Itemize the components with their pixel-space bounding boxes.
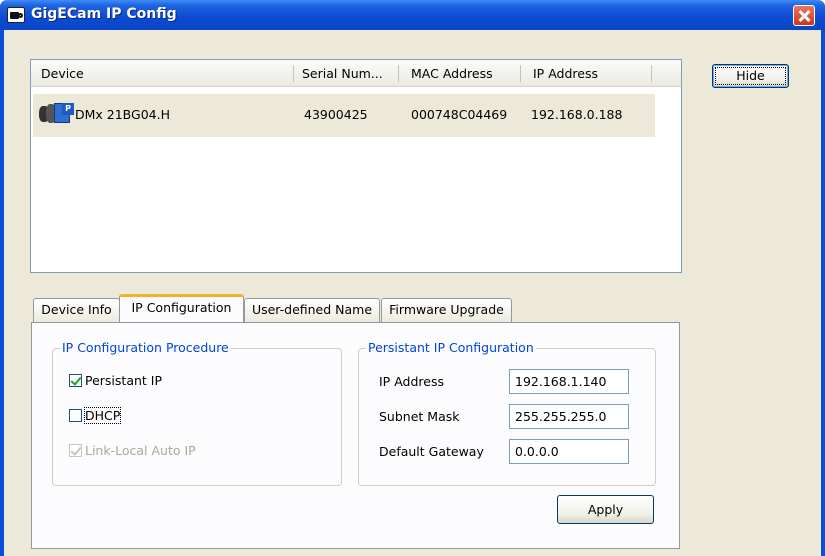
device-serial: 43900425 (304, 107, 368, 122)
device-mac: 000748C04469 (411, 107, 508, 122)
default-gateway-label: Default Gateway (379, 444, 484, 459)
device-name: DMx 21BG04.H (75, 107, 171, 122)
link-local-auto-ip-checkbox: Link-Local Auto IP (69, 443, 196, 458)
dialog-body: Device Serial Num... MAC Address IP Addr… (4, 30, 821, 556)
tab-ip-configuration[interactable]: IP Configuration (119, 294, 244, 322)
default-gateway-field[interactable]: 0.0.0.0 (509, 439, 629, 464)
camera-app-icon (7, 7, 25, 23)
column-header-mac[interactable]: MAC Address (411, 66, 493, 81)
device-list[interactable]: Device Serial Num... MAC Address IP Addr… (30, 59, 682, 273)
persistant-ip-label: Persistant IP (85, 373, 163, 388)
ip-procedure-group: IP Configuration Procedure Persistant IP… (52, 340, 342, 486)
tab-device-info[interactable]: Device Info (33, 298, 120, 322)
persistant-ip-config-title: Persistant IP Configuration (366, 340, 536, 355)
column-header-serial[interactable]: Serial Num... (302, 66, 383, 81)
device-ip: 192.168.0.188 (531, 107, 623, 122)
subnet-mask-label: Subnet Mask (379, 409, 460, 424)
link-local-auto-ip-label: Link-Local Auto IP (85, 443, 196, 458)
apply-button[interactable]: Apply (557, 495, 654, 524)
dhcp-label: DHCP (83, 407, 122, 424)
tab-user-defined-name[interactable]: User-defined Name (244, 298, 380, 322)
tab-firmware-upgrade[interactable]: Firmware Upgrade (381, 298, 512, 322)
subnet-mask-field[interactable]: 255.255.255.0 (509, 404, 629, 429)
device-row[interactable]: P DMx 21BG04.H 43900425 000748C04469 192… (33, 94, 655, 137)
ip-address-label: IP Address (379, 374, 444, 389)
app-window: GigECam IP Config Device Serial Num... M… (0, 0, 825, 556)
column-header-ip[interactable]: IP Address (533, 66, 598, 81)
hide-button-label: Hide (715, 67, 786, 85)
hide-button[interactable]: Hide (712, 64, 789, 88)
list-header: Device Serial Num... MAC Address IP Addr… (31, 60, 681, 87)
title-bar[interactable]: GigECam IP Config (0, 0, 825, 30)
checkbox-disabled-icon (69, 444, 82, 457)
persistant-ip-checkbox[interactable]: Persistant IP (69, 373, 162, 388)
camera-icon: P (39, 103, 75, 125)
dhcp-checkbox[interactable]: DHCP (69, 407, 122, 424)
ip-procedure-title: IP Configuration Procedure (60, 340, 231, 355)
window-title: GigECam IP Config (31, 6, 177, 22)
checkbox-unchecked-icon[interactable] (69, 409, 82, 422)
close-icon[interactable] (793, 5, 815, 26)
checkbox-checked-icon[interactable] (69, 374, 82, 387)
column-header-device[interactable]: Device (41, 66, 84, 81)
ip-address-field[interactable]: 192.168.1.140 (509, 369, 629, 394)
persistant-ip-config-group: Persistant IP Configuration IP Address 1… (358, 340, 656, 486)
